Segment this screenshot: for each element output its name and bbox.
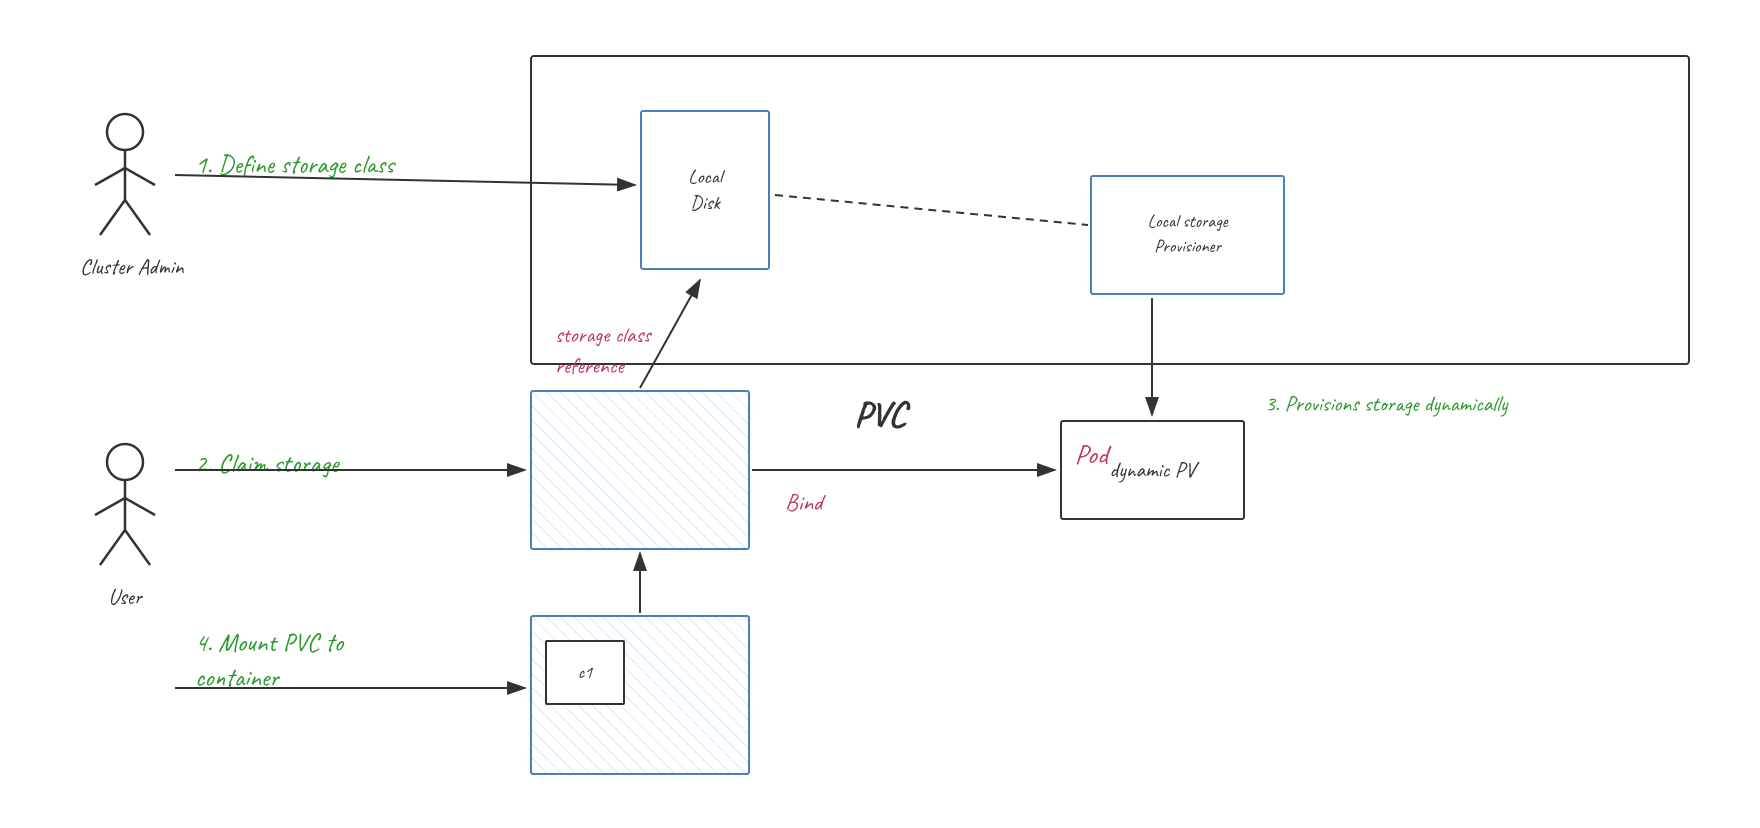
user-label: User: [80, 583, 170, 611]
cluster-admin-label: Cluster Admin: [80, 253, 184, 281]
user-figure: User: [80, 440, 170, 611]
container-label: c1: [578, 662, 593, 684]
step1-label: 1. Define storage class: [195, 148, 394, 181]
pvc-hatch: [532, 392, 748, 548]
provisioner-box: Local storage Provisioner: [1090, 175, 1285, 295]
step4-label: 4. Mount PVC to container: [195, 625, 343, 695]
dynamic-pv-label: dynamic PV: [1109, 456, 1195, 484]
container-box: c1: [545, 640, 625, 705]
local-disk-box: Local Disk: [640, 110, 770, 270]
diagram-canvas: Local Disk Local storage Provisioner PVC…: [0, 0, 1760, 828]
dynamic-pv-box: dynamic PV: [1060, 420, 1245, 520]
provisioner-label: Local storage Provisioner: [1147, 210, 1227, 260]
step3-label: 3. Provisions storage dynamically: [1265, 390, 1507, 418]
step2-label: 2. Claim storage: [195, 447, 338, 480]
storage-class-ref-label: storage class reference: [555, 320, 651, 382]
cluster-admin-figure: Cluster Admin: [80, 110, 184, 281]
pvc-box: [530, 390, 750, 550]
pvc-label: PVC: [854, 391, 906, 437]
bind-label: Bind: [785, 488, 822, 518]
local-disk-label: Local Disk: [688, 164, 722, 216]
